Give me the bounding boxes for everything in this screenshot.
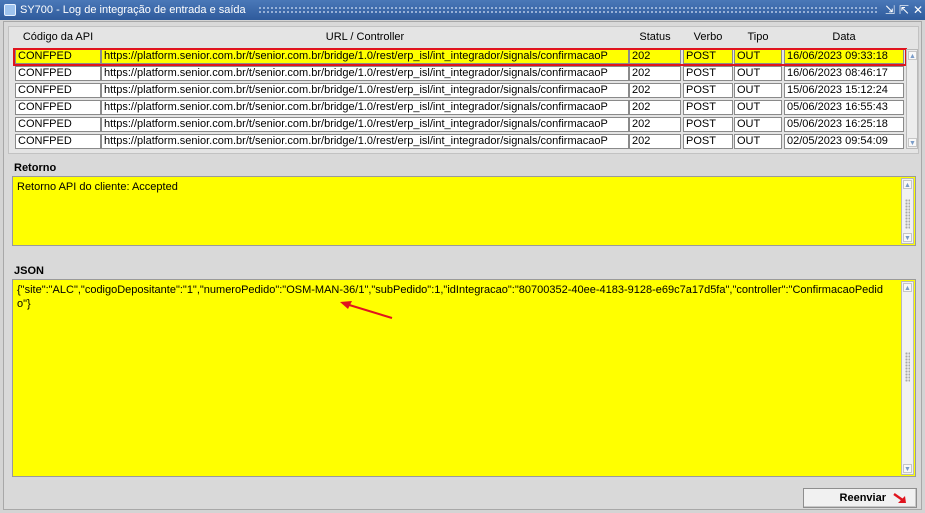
json-label: JSON [14, 265, 44, 277]
retorno-text: Retorno API do cliente: Accepted [17, 181, 178, 193]
main-window: Código da API URL / Controller Status Ve… [3, 21, 922, 510]
scroll-down-icon[interactable]: ▼ [903, 464, 912, 473]
cell-status[interactable]: 202 [629, 49, 681, 64]
cell-codigo[interactable]: CONFPED [15, 49, 101, 64]
integration-log-grid: Código da API URL / Controller Status Ve… [8, 26, 919, 154]
cell-verbo[interactable]: POST [683, 100, 733, 115]
cell-data[interactable]: 02/05/2023 09:54:09 [784, 134, 904, 149]
reenviar-label: Reenviar [839, 492, 886, 504]
cell-tipo[interactable]: OUT [734, 49, 782, 64]
header-codigo: Código da API [22, 31, 94, 43]
cell-status[interactable]: 202 [629, 83, 681, 98]
title-bar: SY700 - Log de integração de entrada e s… [0, 0, 925, 20]
scroll-up-icon[interactable]: ▲ [903, 180, 912, 189]
cell-codigo[interactable]: CONFPED [15, 100, 101, 115]
json-text: {"site":"ALC","codigoDepositante":"1","n… [17, 284, 883, 310]
header-tipo: Tipo [747, 31, 769, 43]
header-verbo: Verbo [693, 31, 723, 43]
cell-tipo[interactable]: OUT [734, 100, 782, 115]
minimize-icon[interactable]: ⇲ [883, 0, 897, 20]
cell-tipo[interactable]: OUT [734, 83, 782, 98]
cell-data[interactable]: 16/06/2023 08:46:17 [784, 66, 904, 81]
table-row[interactable]: CONFPED https://platform.senior.com.br/t/… [15, 117, 905, 132]
cell-status[interactable]: 202 [629, 66, 681, 81]
cell-url[interactable]: https://platform.senior.com.br/t/senior.… [101, 49, 629, 64]
scroll-up-icon[interactable]: ▲ [903, 283, 912, 292]
cell-codigo[interactable]: CONFPED [15, 117, 101, 132]
cell-codigo[interactable]: CONFPED [15, 83, 101, 98]
header-data: Data [832, 31, 856, 43]
json-scrollbar[interactable]: ▲ ▼ [901, 281, 914, 475]
table-row[interactable]: CONFPED https://platform.senior.com.br/t/… [15, 66, 905, 81]
cell-codigo[interactable]: CONFPED [15, 134, 101, 149]
retorno-scrollbar[interactable]: ▲ ▼ [901, 178, 914, 244]
title-bar-grip [257, 6, 877, 14]
send-arrow-icon [893, 493, 906, 503]
window-title: SY700 - Log de integração de entrada e s… [20, 4, 246, 16]
cell-url[interactable]: https://platform.senior.com.br/t/senior.… [101, 66, 629, 81]
scroll-down-icon[interactable]: ▼ [903, 233, 912, 242]
cell-data[interactable]: 15/06/2023 15:12:24 [784, 83, 904, 98]
cell-url[interactable]: https://platform.senior.com.br/t/senior.… [101, 134, 629, 149]
cell-status[interactable]: 202 [629, 100, 681, 115]
table-row[interactable]: CONFPED https://platform.senior.com.br/t/… [15, 100, 905, 115]
reenviar-button[interactable]: Reenviar [803, 488, 917, 508]
cell-data[interactable]: 05/06/2023 16:25:18 [784, 117, 904, 132]
cell-codigo[interactable]: CONFPED [15, 66, 101, 81]
cell-verbo[interactable]: POST [683, 66, 733, 81]
grid-scrollbar[interactable]: ▲ ▼ [906, 49, 918, 149]
header-url: URL / Controller [325, 31, 405, 43]
cell-status[interactable]: 202 [629, 134, 681, 149]
cell-url[interactable]: https://platform.senior.com.br/t/senior.… [101, 83, 629, 98]
cell-data[interactable]: 16/06/2023 09:33:18 [784, 49, 904, 64]
retorno-label: Retorno [14, 162, 57, 174]
close-icon[interactable]: ✕ [911, 0, 925, 20]
scroll-grip-icon [905, 199, 910, 229]
cell-tipo[interactable]: OUT [734, 117, 782, 132]
cell-data[interactable]: 05/06/2023 16:55:43 [784, 100, 904, 115]
table-row[interactable]: CONFPED https://platform.senior.com.br/t/… [15, 49, 905, 64]
table-row[interactable]: CONFPED https://platform.senior.com.br/t/… [15, 83, 905, 98]
scroll-up-icon[interactable]: ▲ [908, 51, 917, 60]
json-textarea[interactable]: {"site":"ALC","codigoDepositante":"1","n… [12, 279, 916, 477]
cell-url[interactable]: https://platform.senior.com.br/t/senior.… [101, 100, 629, 115]
scroll-grip-icon [905, 352, 910, 382]
table-row[interactable]: CONFPED https://platform.senior.com.br/t/… [15, 134, 905, 149]
app-icon [4, 4, 16, 16]
cell-tipo[interactable]: OUT [734, 134, 782, 149]
annotation-arrow-icon [340, 301, 393, 319]
header-status: Status [639, 31, 671, 43]
cell-tipo[interactable]: OUT [734, 66, 782, 81]
retorno-textarea[interactable]: Retorno API do cliente: Accepted ▲ ▼ [12, 176, 916, 246]
cell-verbo[interactable]: POST [683, 117, 733, 132]
restore-icon[interactable]: ⇱ [897, 0, 911, 20]
cell-verbo[interactable]: POST [683, 83, 733, 98]
cell-verbo[interactable]: POST [683, 49, 733, 64]
cell-status[interactable]: 202 [629, 117, 681, 132]
cell-verbo[interactable]: POST [683, 134, 733, 149]
cell-url[interactable]: https://platform.senior.com.br/t/senior.… [101, 117, 629, 132]
scroll-down-icon[interactable]: ▼ [908, 138, 917, 147]
